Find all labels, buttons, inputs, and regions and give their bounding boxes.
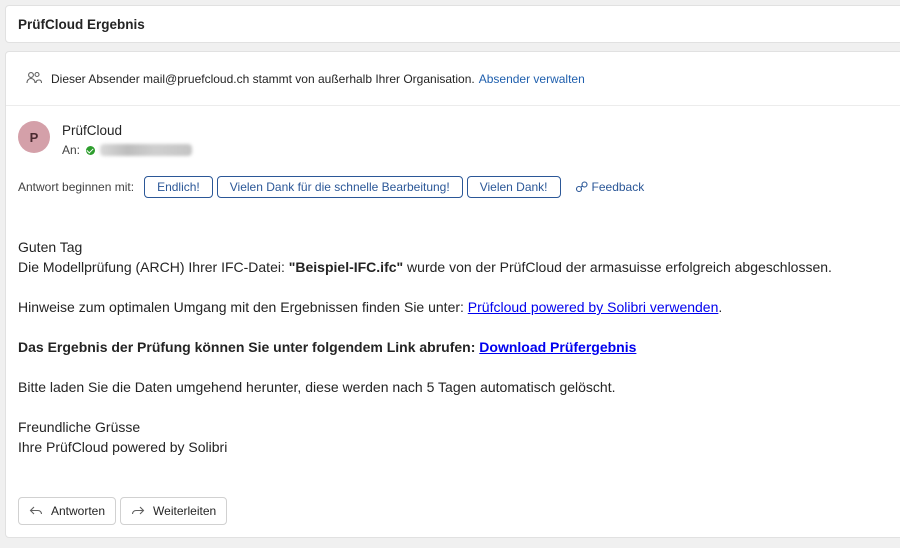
body-line-check-suffix: wurde von der PrüfCloud der armasuisse e… xyxy=(403,259,832,275)
ifc-file-name: "Beispiel-IFC.ifc" xyxy=(288,259,404,275)
verified-check-icon xyxy=(86,145,96,155)
hints-period: . xyxy=(718,299,723,315)
hints-text: Hinweise zum optimalen Umgang mit den Er… xyxy=(18,299,468,315)
suggested-replies-label: Antwort beginnen mit: xyxy=(18,180,135,194)
feedback-icon xyxy=(575,181,588,193)
suggested-reply-vielen-dank-bearbeitung[interactable]: Vielen Dank für die schnelle Bearbeitung… xyxy=(216,176,463,198)
body-line-result: Das Ergebnis der Prüfung können Sie unte… xyxy=(18,337,898,357)
external-sender-banner: Dieser Absender mail@pruefcloud.ch stamm… xyxy=(6,52,900,106)
greeting: Guten Tag xyxy=(18,239,83,255)
recipient-name-redacted[interactable] xyxy=(100,144,193,156)
subject-bar: PrüfCloud Ergebnis xyxy=(5,5,900,43)
email-subject: PrüfCloud Ergebnis xyxy=(18,17,145,32)
to-label: An: xyxy=(62,143,81,157)
solibri-usage-link[interactable]: Prüfcloud powered by Solibri verwenden xyxy=(468,299,719,315)
message-actions: Antworten Weiterleiten xyxy=(18,497,231,525)
signature: Ihre PrüfCloud powered by Solibri xyxy=(18,439,228,455)
reply-icon xyxy=(29,506,43,515)
feedback-link[interactable]: Feedback xyxy=(575,180,645,194)
external-sender-text: Dieser Absender mail@pruefcloud.ch stamm… xyxy=(51,72,475,86)
manage-sender-link[interactable]: Absender verwalten xyxy=(479,72,585,86)
body-line-check-prefix: Die Modellprüfung (ARCH) Ihrer IFC-Datei… xyxy=(18,259,289,275)
download-result-link[interactable]: Download Prüfergebnis xyxy=(479,339,636,355)
closing: Freundliche Grüsse xyxy=(18,419,141,435)
body-line-check-result: Die Modellprüfung (ARCH) Ihrer IFC-Datei… xyxy=(18,257,898,277)
forward-button[interactable]: Weiterleiten xyxy=(120,497,228,525)
suggested-reply-vielen-dank[interactable]: Vielen Dank! xyxy=(466,176,561,198)
message-body: Guten Tag Die Modellprüfung (ARCH) Ihrer… xyxy=(18,237,898,457)
result-text: Das Ergebnis der Prüfung können Sie unte… xyxy=(18,339,480,355)
message-card: Dieser Absender mail@pruefcloud.ch stamm… xyxy=(5,51,900,538)
suggested-reply-endlich[interactable]: Endlich! xyxy=(144,176,213,198)
forward-icon xyxy=(131,506,145,515)
forward-label: Weiterleiten xyxy=(153,504,217,518)
external-sender-notice: Dieser Absender mail@pruefcloud.ch stamm… xyxy=(51,72,585,86)
sender-avatar[interactable]: P xyxy=(18,121,50,153)
recipient-row: An: xyxy=(62,143,193,157)
body-line-hints: Hinweise zum optimalen Umgang mit den Er… xyxy=(18,297,898,317)
feedback-label: Feedback xyxy=(591,180,645,194)
reply-label: Antworten xyxy=(51,504,106,518)
suggested-replies: Antwort beginnen mit: Endlich! Vielen Da… xyxy=(18,176,644,198)
sender-name[interactable]: PrüfCloud xyxy=(62,123,122,138)
download-note: Bitte laden Sie die Daten umgehend herun… xyxy=(18,379,616,395)
reply-button[interactable]: Antworten xyxy=(18,497,117,525)
external-people-icon xyxy=(26,71,42,84)
